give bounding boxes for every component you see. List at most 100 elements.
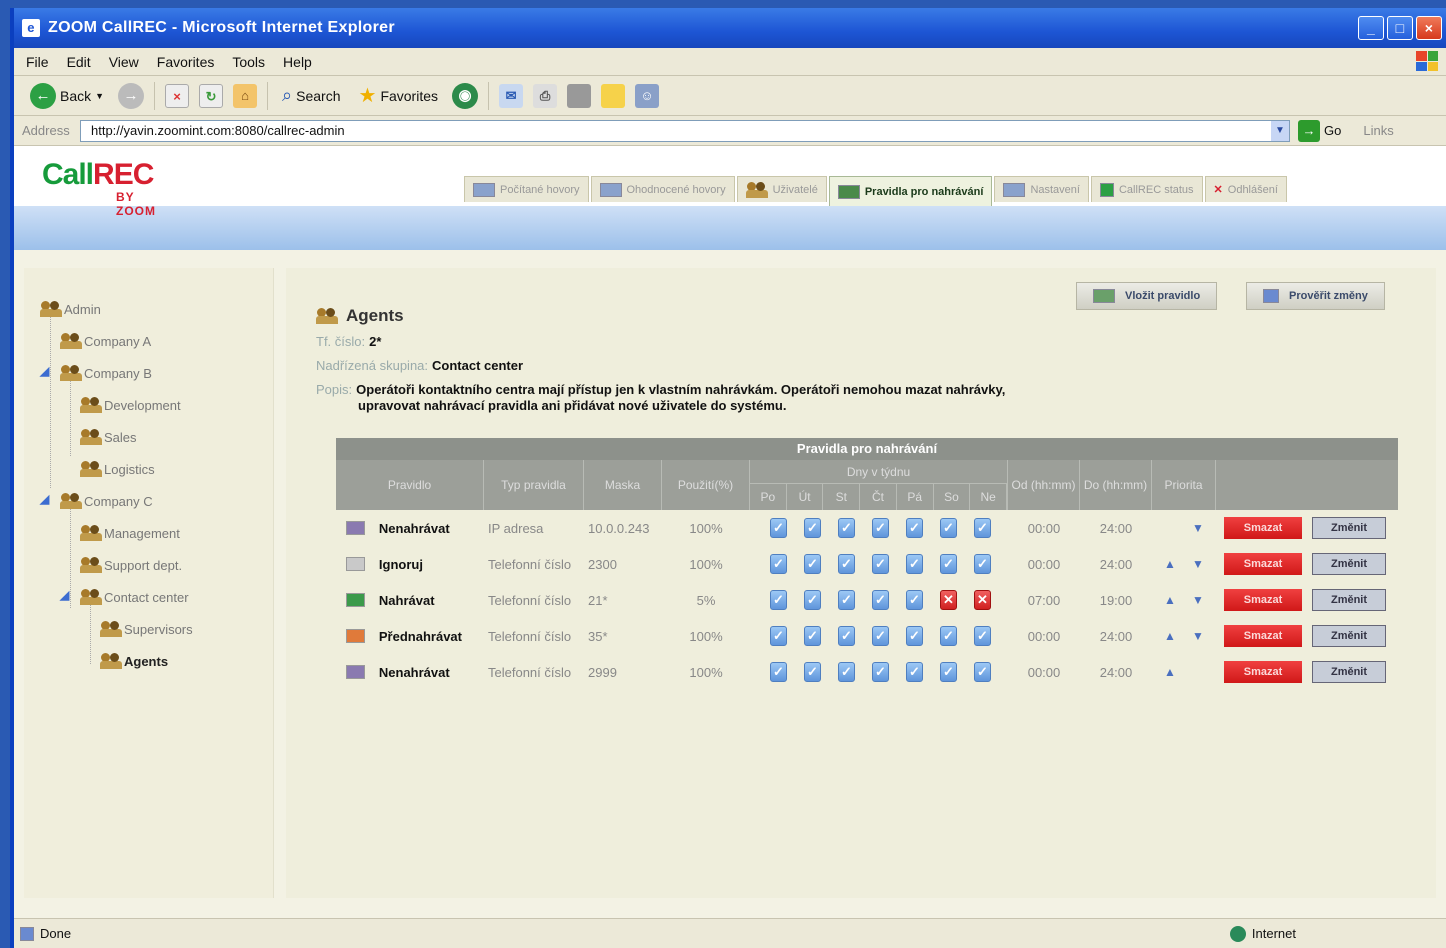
change-rule-button[interactable]: Změnit — [1312, 589, 1386, 611]
checked-checkbox[interactable]: ✓ — [770, 554, 787, 574]
tab-settings[interactable]: Nastavení — [994, 176, 1089, 202]
checked-checkbox[interactable]: ✓ — [872, 626, 889, 646]
tree-item-logistics[interactable]: Logistics — [80, 458, 155, 480]
address-input[interactable]: http://yavin.zoomint.com:8080/callrec-ad… — [80, 119, 1290, 142]
priority-down-icon[interactable] — [1190, 667, 1206, 677]
check-changes-button[interactable]: Prověřit změny — [1246, 282, 1385, 310]
tab-rated-calls[interactable]: Ohodnocené hovory — [590, 176, 735, 202]
tab-status[interactable]: CallREC status — [1090, 176, 1203, 202]
checked-checkbox[interactable]: ✓ — [872, 662, 889, 682]
favorites-button[interactable]: ★ Favorites — [355, 80, 443, 112]
change-rule-button[interactable]: Změnit — [1312, 517, 1386, 539]
tree-item-support[interactable]: Support dept. — [80, 554, 182, 576]
tree-item-company-b[interactable]: Company B — [60, 362, 152, 384]
messenger-icon[interactable]: ☺ — [635, 83, 660, 108]
unchecked-checkbox[interactable]: ✕ — [974, 590, 991, 610]
mail-icon[interactable]: ✉ — [499, 83, 524, 108]
address-dropdown-icon[interactable]: ▼ — [1271, 120, 1289, 141]
priority-up-icon[interactable]: ▲ — [1162, 666, 1178, 678]
links-button[interactable]: Links — [1363, 123, 1393, 138]
priority-down-icon[interactable]: ▼ — [1190, 630, 1206, 642]
checked-checkbox[interactable]: ✓ — [906, 518, 923, 538]
checked-checkbox[interactable]: ✓ — [974, 662, 991, 682]
folder-icon[interactable] — [601, 83, 626, 108]
tab-recording-rules[interactable]: Pravidla pro nahrávání — [828, 176, 993, 206]
media-icon[interactable]: ◉ — [452, 82, 479, 109]
add-rule-button[interactable]: Vložit pravidlo — [1076, 282, 1218, 310]
checked-checkbox[interactable]: ✓ — [872, 518, 889, 538]
checked-checkbox[interactable]: ✓ — [974, 626, 991, 646]
delete-rule-button[interactable]: Smazat — [1224, 589, 1302, 611]
checked-checkbox[interactable]: ✓ — [906, 554, 923, 574]
tree-item-management[interactable]: Management — [80, 522, 180, 544]
checked-checkbox[interactable]: ✓ — [906, 626, 923, 646]
menu-edit[interactable]: Edit — [67, 54, 91, 70]
delete-rule-button[interactable]: Smazat — [1224, 553, 1302, 575]
checked-checkbox[interactable]: ✓ — [838, 554, 855, 574]
go-button[interactable]: → Go — [1298, 119, 1341, 142]
expand-icon[interactable]: ◢ — [40, 492, 49, 506]
checked-checkbox[interactable]: ✓ — [940, 626, 957, 646]
delete-rule-button[interactable]: Smazat — [1224, 661, 1302, 683]
checked-checkbox[interactable]: ✓ — [838, 662, 855, 682]
checked-checkbox[interactable]: ✓ — [906, 590, 923, 610]
forward-arrow-icon[interactable]: → — [118, 82, 145, 109]
edit-icon[interactable] — [567, 83, 592, 108]
checked-checkbox[interactable]: ✓ — [940, 518, 957, 538]
delete-rule-button[interactable]: Smazat — [1224, 517, 1302, 539]
priority-up-icon[interactable]: ▲ — [1162, 594, 1178, 606]
tab-logout[interactable]: ✕ Odhlášení — [1204, 176, 1287, 202]
checked-checkbox[interactable]: ✓ — [872, 554, 889, 574]
minimize-button[interactable]: _ — [1358, 16, 1384, 40]
tree-item-development[interactable]: Development — [80, 394, 181, 416]
checked-checkbox[interactable]: ✓ — [804, 662, 821, 682]
priority-up-icon[interactable]: ▲ — [1162, 558, 1178, 570]
change-rule-button[interactable]: Změnit — [1312, 553, 1386, 575]
menu-help[interactable]: Help — [283, 54, 312, 70]
maximize-button[interactable]: □ — [1387, 16, 1413, 40]
menu-favorites[interactable]: Favorites — [157, 54, 215, 70]
tree-item-company-a[interactable]: Company A — [60, 330, 151, 352]
priority-down-icon[interactable]: ▼ — [1190, 558, 1206, 570]
back-button[interactable]: ← Back ▼ — [26, 80, 108, 112]
checked-checkbox[interactable]: ✓ — [804, 518, 821, 538]
menu-file[interactable]: File — [26, 54, 49, 70]
checked-checkbox[interactable]: ✓ — [838, 518, 855, 538]
checked-checkbox[interactable]: ✓ — [906, 662, 923, 682]
menu-view[interactable]: View — [109, 54, 139, 70]
checked-checkbox[interactable]: ✓ — [770, 518, 787, 538]
print-icon[interactable]: ⎙ — [533, 83, 558, 108]
menu-tools[interactable]: Tools — [232, 54, 265, 70]
checked-checkbox[interactable]: ✓ — [838, 626, 855, 646]
expand-icon[interactable]: ◢ — [60, 588, 69, 602]
tree-item-admin[interactable]: Admin — [40, 298, 101, 320]
back-dropdown-icon[interactable]: ▼ — [95, 91, 104, 101]
stop-icon[interactable]: × — [165, 83, 190, 108]
tree-item-contact-center[interactable]: Contact center — [80, 586, 189, 608]
checked-checkbox[interactable]: ✓ — [804, 590, 821, 610]
delete-rule-button[interactable]: Smazat — [1224, 625, 1302, 647]
tree-item-supervisors[interactable]: Supervisors — [100, 618, 193, 640]
checked-checkbox[interactable]: ✓ — [804, 626, 821, 646]
checked-checkbox[interactable]: ✓ — [974, 518, 991, 538]
priority-down-icon[interactable]: ▼ — [1190, 594, 1206, 606]
tab-users[interactable]: Uživatelé — [736, 176, 827, 202]
checked-checkbox[interactable]: ✓ — [940, 554, 957, 574]
change-rule-button[interactable]: Změnit — [1312, 625, 1386, 647]
close-button[interactable]: × — [1416, 16, 1442, 40]
search-button[interactable]: ⌕ Search — [278, 80, 344, 112]
tree-item-sales[interactable]: Sales — [80, 426, 137, 448]
checked-checkbox[interactable]: ✓ — [770, 590, 787, 610]
expand-icon[interactable]: ◢ — [40, 364, 49, 378]
priority-up-icon[interactable]: ▲ — [1162, 630, 1178, 642]
priority-down-icon[interactable]: ▼ — [1190, 522, 1206, 534]
tab-counted-calls[interactable]: Počítané hovory — [464, 176, 589, 202]
checked-checkbox[interactable]: ✓ — [974, 554, 991, 574]
tree-item-agents[interactable]: Agents — [100, 650, 168, 672]
checked-checkbox[interactable]: ✓ — [770, 662, 787, 682]
change-rule-button[interactable]: Změnit — [1312, 661, 1386, 683]
unchecked-checkbox[interactable]: ✕ — [940, 590, 957, 610]
refresh-icon[interactable]: ↻ — [199, 83, 224, 108]
checked-checkbox[interactable]: ✓ — [940, 662, 957, 682]
checked-checkbox[interactable]: ✓ — [770, 626, 787, 646]
